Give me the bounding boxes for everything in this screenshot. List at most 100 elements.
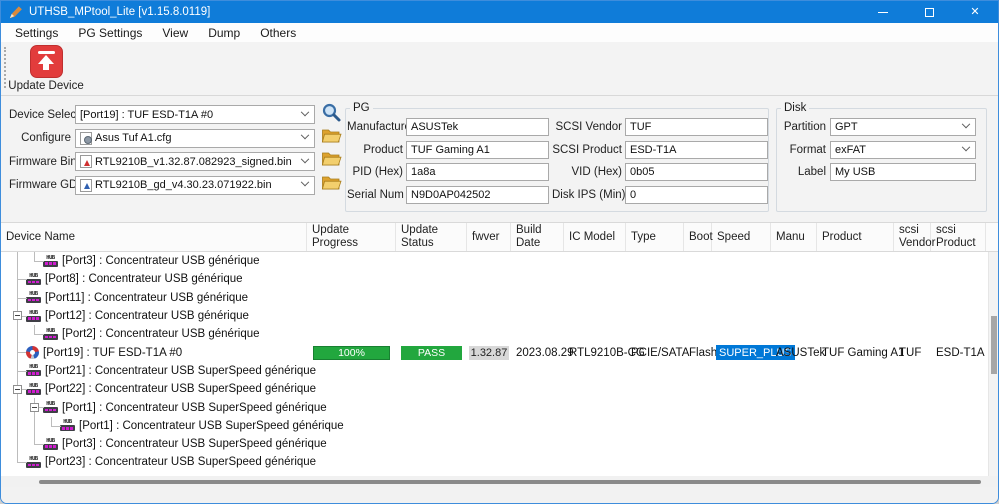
fwver-value: 1.32.87 bbox=[467, 343, 511, 361]
close-icon: ✕ bbox=[970, 7, 979, 18]
device-select-label: Device Select bbox=[9, 109, 71, 121]
tree-row[interactable]: HUB[Port2] : Concentrateur USB générique bbox=[1, 325, 986, 343]
firmware-bin-combobox[interactable]: RTL9210B_v1.32.87.082923_signed.bin bbox=[75, 152, 315, 171]
usb-hub-icon: HUB bbox=[60, 419, 75, 432]
window-controls: ✕ bbox=[860, 1, 998, 23]
tree-row[interactable]: HUB[Port11] : Concentrateur USB génériqu… bbox=[1, 289, 986, 307]
device-name: [Port22] : Concentrateur USB SuperSpeed … bbox=[45, 383, 316, 395]
chevron-down-icon bbox=[301, 154, 309, 162]
tree-row[interactable]: HUB[Port8] : Concentrateur USB générique bbox=[1, 270, 986, 288]
toolbar: Update Device bbox=[1, 42, 998, 96]
device-selectors: Device Select [Port19] : TUF ESD-T1A #0 Co… bbox=[9, 105, 343, 195]
label-field[interactable]: My USB bbox=[830, 163, 976, 181]
horizontal-scrollbar-thumb[interactable] bbox=[39, 480, 981, 484]
column-header-device-name[interactable]: Device Name bbox=[1, 223, 307, 251]
tree-row[interactable]: HUB[Port21] : Concentrateur USB SuperSpe… bbox=[1, 362, 986, 380]
tree-row[interactable]: HUB[Port22] : Concentrateur USB SuperSpe… bbox=[1, 380, 986, 398]
format-combobox[interactable]: exFAT bbox=[830, 141, 976, 159]
serial-num-field[interactable]: N9D0AP042502 bbox=[406, 186, 549, 204]
column-header-speed[interactable]: Speed bbox=[712, 223, 771, 251]
tree-expander-minus[interactable] bbox=[9, 380, 26, 398]
usb-hub-icon: HUB bbox=[26, 456, 41, 469]
menu-item-view[interactable]: View bbox=[152, 25, 198, 41]
disk-group: Disk PartitionGPTFormatexFATLabelMy USB bbox=[776, 102, 987, 212]
column-header-ic-model[interactable]: IC Model bbox=[564, 223, 626, 251]
horizontal-scrollbar[interactable] bbox=[1, 476, 998, 487]
status-bar bbox=[1, 487, 998, 503]
usb-hub-icon: HUB bbox=[26, 364, 41, 377]
tree-line bbox=[9, 325, 26, 343]
maximize-button[interactable] bbox=[906, 1, 952, 23]
column-header-manu[interactable]: Manu bbox=[771, 223, 817, 251]
pid-hex-field[interactable]: 1a8a bbox=[406, 163, 549, 181]
tree-row[interactable]: HUB [Port23] : Concentrateur USB SuperSpe… bbox=[1, 453, 986, 471]
device-select-combobox[interactable]: [Port19] : TUF ESD-T1A #0 bbox=[75, 105, 315, 124]
menu-item-pg-settings[interactable]: PG Settings bbox=[68, 25, 152, 41]
tree-line bbox=[26, 252, 43, 270]
scsi-vendor-field[interactable]: TUF bbox=[625, 118, 768, 136]
column-header-type[interactable]: Type bbox=[626, 223, 684, 251]
toolbar-grip[interactable] bbox=[4, 47, 7, 88]
browse-folder-button[interactable] bbox=[319, 152, 343, 172]
control-panel: Device Select [Port19] : TUF ESD-T1A #0 Co… bbox=[1, 96, 998, 222]
tree-expander-minus[interactable] bbox=[9, 307, 26, 325]
build-date-value: 2023.08.29 bbox=[511, 343, 564, 361]
browse-folder-button[interactable] bbox=[319, 175, 343, 195]
tree-row[interactable]: HUB[Port3] : Concentrateur USB générique bbox=[1, 252, 986, 270]
vertical-scrollbar-thumb[interactable] bbox=[991, 316, 997, 374]
product-label: Product bbox=[347, 141, 403, 159]
folder-icon bbox=[321, 175, 342, 196]
device-name: [Port23] : Concentrateur USB SuperSpeed … bbox=[45, 456, 316, 468]
update-progress-bar: 100% bbox=[307, 343, 396, 361]
usb-hub-icon: HUB bbox=[26, 273, 41, 286]
serial-num-label: Serial Num bbox=[347, 186, 403, 204]
manufacturer-field[interactable]: ASUSTek bbox=[406, 118, 549, 136]
column-header-update-status[interactable]: Update Status bbox=[396, 223, 467, 251]
tree-row[interactable]: [Port19] : TUF ESD-T1A #0100%PASS1.32.87… bbox=[1, 343, 986, 361]
tree-line bbox=[9, 435, 26, 453]
close-button[interactable]: ✕ bbox=[952, 1, 998, 23]
column-header-fwver[interactable]: fwver bbox=[467, 223, 511, 251]
manu-value: ASUSTek bbox=[771, 343, 817, 361]
product-field[interactable]: TUF Gaming A1 bbox=[406, 141, 549, 159]
disk-ips-min-field[interactable]: 0 bbox=[625, 186, 768, 204]
column-header-product[interactable]: Product bbox=[817, 223, 894, 251]
tree-row[interactable]: HUB[Port1] : Concentrateur USB SuperSpee… bbox=[1, 398, 986, 416]
tree-row[interactable]: HUB[Port3] : Concentrateur USB SuperSpee… bbox=[1, 435, 986, 453]
tree-row[interactable]: HUB[Port1] : Concentrateur USB SuperSpee… bbox=[1, 417, 986, 435]
column-header-scsi-vendor[interactable]: scsi Vendor bbox=[894, 223, 931, 251]
tree-expander-minus[interactable] bbox=[26, 398, 43, 416]
browse-folder-button[interactable] bbox=[319, 128, 343, 148]
update-device-button[interactable]: Update Device bbox=[10, 45, 82, 93]
column-header-boot[interactable]: Boot bbox=[684, 223, 712, 251]
boot-value: Flash bbox=[684, 343, 712, 361]
column-header-scsi-product[interactable]: scsi Product bbox=[931, 223, 986, 251]
product-value: TUF Gaming A1 bbox=[817, 343, 894, 361]
app-icon bbox=[8, 5, 23, 20]
maximize-icon bbox=[925, 8, 934, 17]
partition-combobox[interactable]: GPT bbox=[830, 118, 976, 136]
configure-label: Configure bbox=[9, 132, 71, 144]
usb-hub-icon: HUB bbox=[43, 438, 58, 451]
menu-item-settings[interactable]: Settings bbox=[5, 25, 68, 41]
column-header-build-date[interactable]: Build Date bbox=[511, 223, 564, 251]
disk-ips-min-label: Disk IPS (Min) bbox=[552, 186, 622, 204]
device-name: [Port2] : Concentrateur USB générique bbox=[62, 328, 260, 340]
vid-hex-field[interactable]: 0b05 bbox=[625, 163, 768, 181]
minimize-button[interactable] bbox=[860, 1, 906, 23]
column-header-update-progress[interactable]: Update Progress bbox=[307, 223, 396, 251]
panel-row-firmware-gd: Firmware GDRTL9210B_gd_v4.30.23.071922.b… bbox=[9, 176, 343, 195]
menu-item-dump[interactable]: Dump bbox=[198, 25, 250, 41]
configure-combobox[interactable]: Asus Tuf A1.cfg bbox=[75, 129, 315, 148]
scsi-product-field[interactable]: ESD-T1A bbox=[625, 141, 768, 159]
search-button[interactable] bbox=[319, 105, 343, 125]
tree-row[interactable]: HUB[Port12] : Concentrateur USB génériqu… bbox=[1, 307, 986, 325]
menu-item-others[interactable]: Others bbox=[250, 25, 306, 41]
titlebar: UTHSB_MPtool_Lite [v1.15.8.0119] ✕ bbox=[1, 1, 998, 23]
firmware-gd-combobox[interactable]: RTL9210B_gd_v4.30.23.071922.bin bbox=[75, 176, 315, 195]
bin-file-icon bbox=[80, 155, 92, 168]
usb-hub-icon: HUB bbox=[26, 291, 41, 304]
configure-value: Asus Tuf A1.cfg bbox=[95, 132, 299, 144]
chevron-down-icon bbox=[301, 178, 309, 186]
vertical-scrollbar[interactable] bbox=[988, 252, 998, 476]
